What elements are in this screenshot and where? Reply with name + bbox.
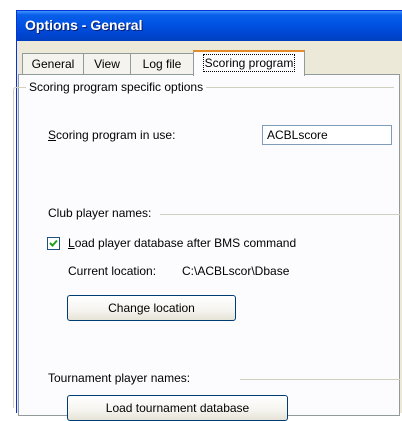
tab-view[interactable]: View xyxy=(83,53,131,74)
title-bar[interactable]: Options - General xyxy=(17,11,402,41)
scoring-program-label: Scoring program in use: xyxy=(48,128,176,142)
tab-view-label: View xyxy=(94,57,120,71)
tournament-section-divider xyxy=(240,379,400,380)
tab-scoring-program[interactable]: Scoring program xyxy=(193,50,305,76)
window-title: Options - General xyxy=(25,17,143,33)
load-player-database-checkbox[interactable] xyxy=(47,237,60,250)
load-player-database-label[interactable]: Load player database after BMS command xyxy=(68,236,296,250)
tournament-player-names-heading: Tournament player names: xyxy=(48,371,191,385)
tab-general[interactable]: General xyxy=(22,53,84,74)
current-location-value: C:\ACBLscor\Dbase xyxy=(182,264,290,278)
group-legend: Scoring program specific options xyxy=(26,80,207,94)
tab-scoring-program-label: Scoring program xyxy=(202,54,296,72)
checkmark-icon xyxy=(49,239,58,247)
change-location-button[interactable]: Change location xyxy=(67,295,236,321)
change-location-button-label: Change location xyxy=(108,301,195,315)
tab-log-file[interactable]: Log file xyxy=(130,53,194,74)
tab-general-label: General xyxy=(31,57,75,71)
load-tournament-database-button[interactable]: Load tournament database xyxy=(67,395,288,421)
load-tournament-database-button-label: Load tournament database xyxy=(105,401,250,415)
scoring-program-field[interactable]: ACBLscore xyxy=(262,125,392,145)
current-location-label: Current location: xyxy=(68,264,157,278)
club-section-divider xyxy=(160,214,400,215)
club-player-names-heading: Club player names: xyxy=(48,206,152,220)
tab-log-file-label: Log file xyxy=(142,57,182,71)
